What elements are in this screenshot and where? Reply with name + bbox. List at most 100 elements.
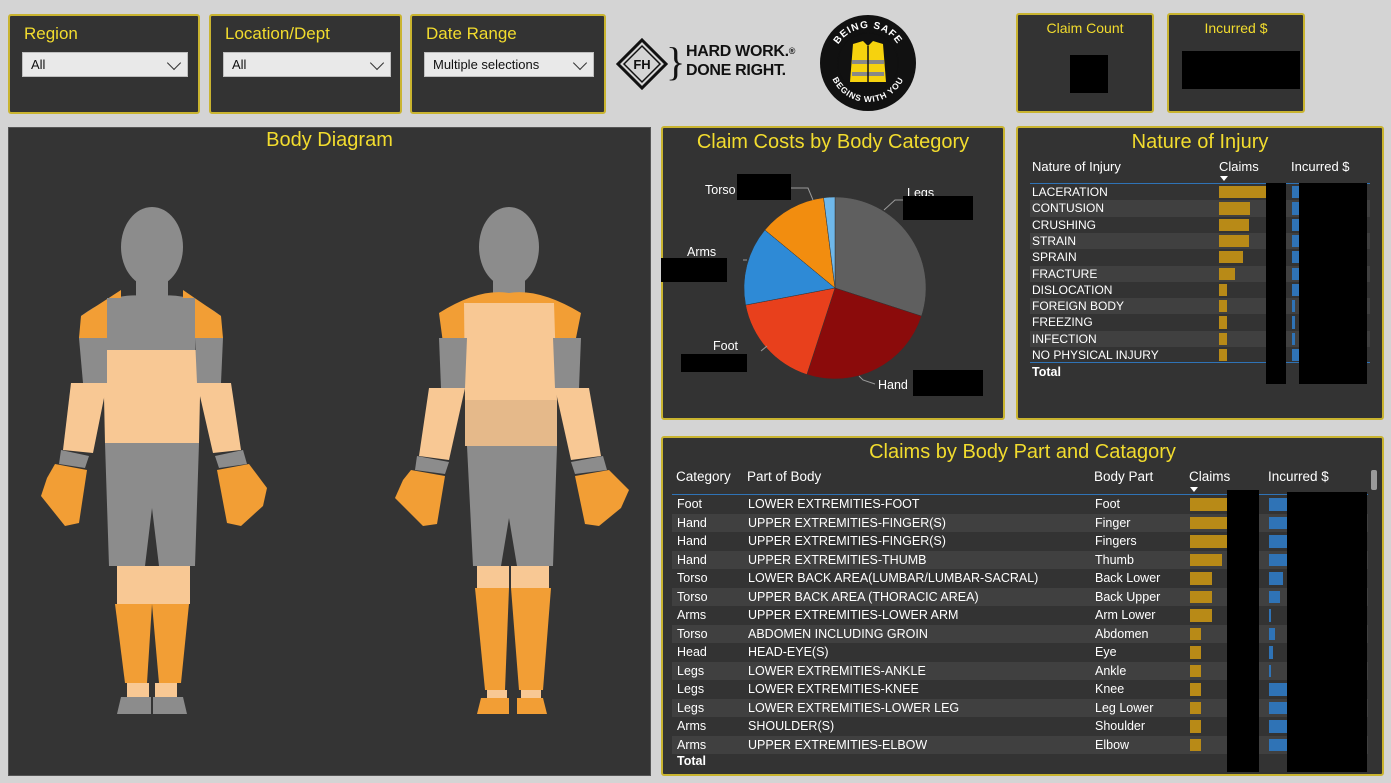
pie-label-hand: Hand xyxy=(878,378,908,392)
incurred-bar xyxy=(1269,738,1287,751)
pie-label-foot: Foot xyxy=(713,339,739,353)
cell-part-of-body: UPPER EXTREMITIES-LOWER ARM xyxy=(748,608,959,622)
back-forearm-r xyxy=(419,388,465,460)
cell-part-of-body: LOWER EXTREMITIES-LOWER LEG xyxy=(748,700,960,715)
claims-table-title: Claims by Body Part and Catagory xyxy=(869,441,1176,463)
cell-category: Arms xyxy=(677,737,707,752)
cell-part-of-body: SHOULDER(S) xyxy=(748,719,835,733)
region-slicer: Region All xyxy=(8,14,200,114)
table-row[interactable]: Legs LOWER EXTREMITIES-KNEE Knee xyxy=(672,680,1368,699)
brand-tagline: HARD WORK.® DONE RIGHT. xyxy=(686,42,795,80)
cell-body-part: Foot xyxy=(1095,497,1121,511)
tagline-line2: DONE RIGHT. xyxy=(686,62,786,79)
cell-part-of-body: LOWER EXTREMITIES-ANKLE xyxy=(748,663,926,678)
nature-name: FRACTURE xyxy=(1032,266,1098,281)
claims-bar xyxy=(1190,720,1201,733)
nature-col-claims[interactable]: Claims xyxy=(1219,159,1259,174)
pie-value-hand-redacted xyxy=(913,370,983,396)
back-knee-l xyxy=(511,566,549,588)
table-row[interactable]: Hand UPPER EXTREMITIES-FINGER(S) Fingers xyxy=(672,532,1368,551)
col-claims[interactable]: Claims xyxy=(1189,469,1230,484)
cell-body-part: Thumb xyxy=(1095,552,1134,567)
region-dropdown[interactable]: All xyxy=(22,52,188,77)
cell-body-part: Arm Lower xyxy=(1095,608,1156,622)
back-hand-r xyxy=(395,470,445,526)
table-row[interactable]: Hand UPPER EXTREMITIES-THUMB Thumb xyxy=(672,550,1368,569)
table-row[interactable]: Torso LOWER BACK AREA(LUMBAR/LUMBAR-SACRA… xyxy=(672,569,1368,588)
claims-bar xyxy=(1190,590,1213,603)
cell-part-of-body: UPPER EXTREMITIES-THUMB xyxy=(748,552,927,567)
claims-bar xyxy=(1190,535,1228,548)
claims-total-label: Total xyxy=(677,754,706,768)
cell-category: Hand xyxy=(677,552,707,567)
incurred-bar xyxy=(1269,553,1287,566)
table-row[interactable]: Arms SHOULDER(S) Shoulder xyxy=(672,717,1368,736)
nature-incurred-redacted xyxy=(1299,183,1367,384)
col-incurred[interactable]: Incurred $ xyxy=(1268,469,1329,484)
table-row[interactable]: Arms UPPER EXTREMITIES-ELBOW Elbow xyxy=(672,735,1368,754)
table-row[interactable]: Legs LOWER EXTREMITIES-ANKLE Ankle xyxy=(672,661,1368,680)
back-lower-leg-l xyxy=(511,588,551,690)
claims-bar xyxy=(1190,498,1228,511)
nature-incurred-bar xyxy=(1292,300,1295,313)
cell-category: Head xyxy=(677,645,707,659)
incurred-bar xyxy=(1269,572,1284,585)
cell-category: Arms xyxy=(677,608,707,622)
nature-incurred-bar xyxy=(1292,251,1299,264)
incurred-bar xyxy=(1269,498,1287,511)
table-row[interactable]: Foot LOWER EXTREMITIES-FOOT Foot xyxy=(672,495,1368,514)
incurred-bar xyxy=(1269,609,1271,622)
nature-incurred-bar xyxy=(1292,234,1299,248)
nature-col-incurred[interactable]: Incurred $ xyxy=(1291,159,1350,174)
date-range-dropdown[interactable]: Multiple selections xyxy=(424,52,594,77)
claims-bar xyxy=(1190,738,1201,751)
cell-part-of-body: ABDOMEN INCLUDING GROIN xyxy=(748,626,928,641)
back-lower-back xyxy=(465,400,557,446)
location-dropdown[interactable]: All xyxy=(223,52,391,77)
nature-name: NO PHYSICAL INJURY xyxy=(1032,348,1159,362)
claims-bar xyxy=(1190,516,1228,529)
table-row[interactable]: Legs LOWER EXTREMITIES-LOWER LEG Leg Lower xyxy=(672,698,1368,717)
nature-claims-bar xyxy=(1219,186,1267,199)
nature-claims-redacted xyxy=(1266,183,1286,384)
sort-desc-icon[interactable] xyxy=(1190,487,1198,492)
col-body-part[interactable]: Body Part xyxy=(1094,469,1153,484)
cell-body-part: Ankle xyxy=(1095,663,1127,678)
nature-claims-bar xyxy=(1219,202,1251,215)
table-row[interactable]: Head HEAD-EYE(S) Eye xyxy=(672,643,1368,662)
table-row[interactable]: Torso ABDOMEN INCLUDING GROIN Abdomen xyxy=(672,624,1368,643)
incurred-bar xyxy=(1269,535,1287,548)
claims-bar xyxy=(1190,664,1201,677)
cell-body-part: Finger xyxy=(1095,515,1131,530)
table-row[interactable]: Arms UPPER EXTREMITIES-LOWER ARM Arm Lower xyxy=(672,606,1368,625)
cell-body-part: Knee xyxy=(1095,682,1125,696)
table-row[interactable]: Torso UPPER BACK AREA (THORACIC AREA) Back… xyxy=(672,587,1368,606)
nature-name: SPRAIN xyxy=(1032,250,1077,265)
incurred-values-redacted xyxy=(1287,492,1367,772)
logo-monogram: FH xyxy=(633,57,650,72)
back-hips-thighs xyxy=(467,446,557,566)
cell-part-of-body: LOWER BACK AREA(LUMBAR/LUMBAR-SACRAL) xyxy=(748,571,1039,585)
pie-label-torso: Torso xyxy=(705,183,736,197)
table-row[interactable]: Hand UPPER EXTREMITIES-FINGER(S) Finger xyxy=(672,513,1368,532)
cell-part-of-body: UPPER EXTREMITIES-FINGER(S) xyxy=(748,534,946,548)
vertical-scrollbar[interactable] xyxy=(1371,470,1377,490)
cell-category: Arms xyxy=(677,719,707,733)
nature-of-injury-panel: Nature of Injury Nature of Injury Claims… xyxy=(1016,126,1384,420)
sort-desc-icon[interactable] xyxy=(1220,176,1228,181)
location-label: Location/Dept xyxy=(225,24,330,43)
nature-claims-bar xyxy=(1219,267,1236,280)
nature-col-name[interactable]: Nature of Injury xyxy=(1032,159,1121,174)
front-upper-arm-l xyxy=(195,338,223,383)
claims-by-body-part-panel: Claims by Body Part and Catagory Categor… xyxy=(661,436,1384,776)
cell-body-part: Eye xyxy=(1095,645,1117,659)
col-category[interactable]: Category xyxy=(676,469,731,484)
cell-body-part: Back Lower xyxy=(1095,571,1161,585)
cell-category: Torso xyxy=(677,626,708,641)
location-slicer: Location/Dept All xyxy=(209,14,402,114)
col-part-of-body[interactable]: Part of Body xyxy=(747,469,821,484)
nature-name: FREEZING xyxy=(1032,315,1093,330)
front-forearm-r xyxy=(63,383,107,453)
back-body-figure xyxy=(395,207,629,714)
back-lower-leg-r xyxy=(475,588,509,690)
